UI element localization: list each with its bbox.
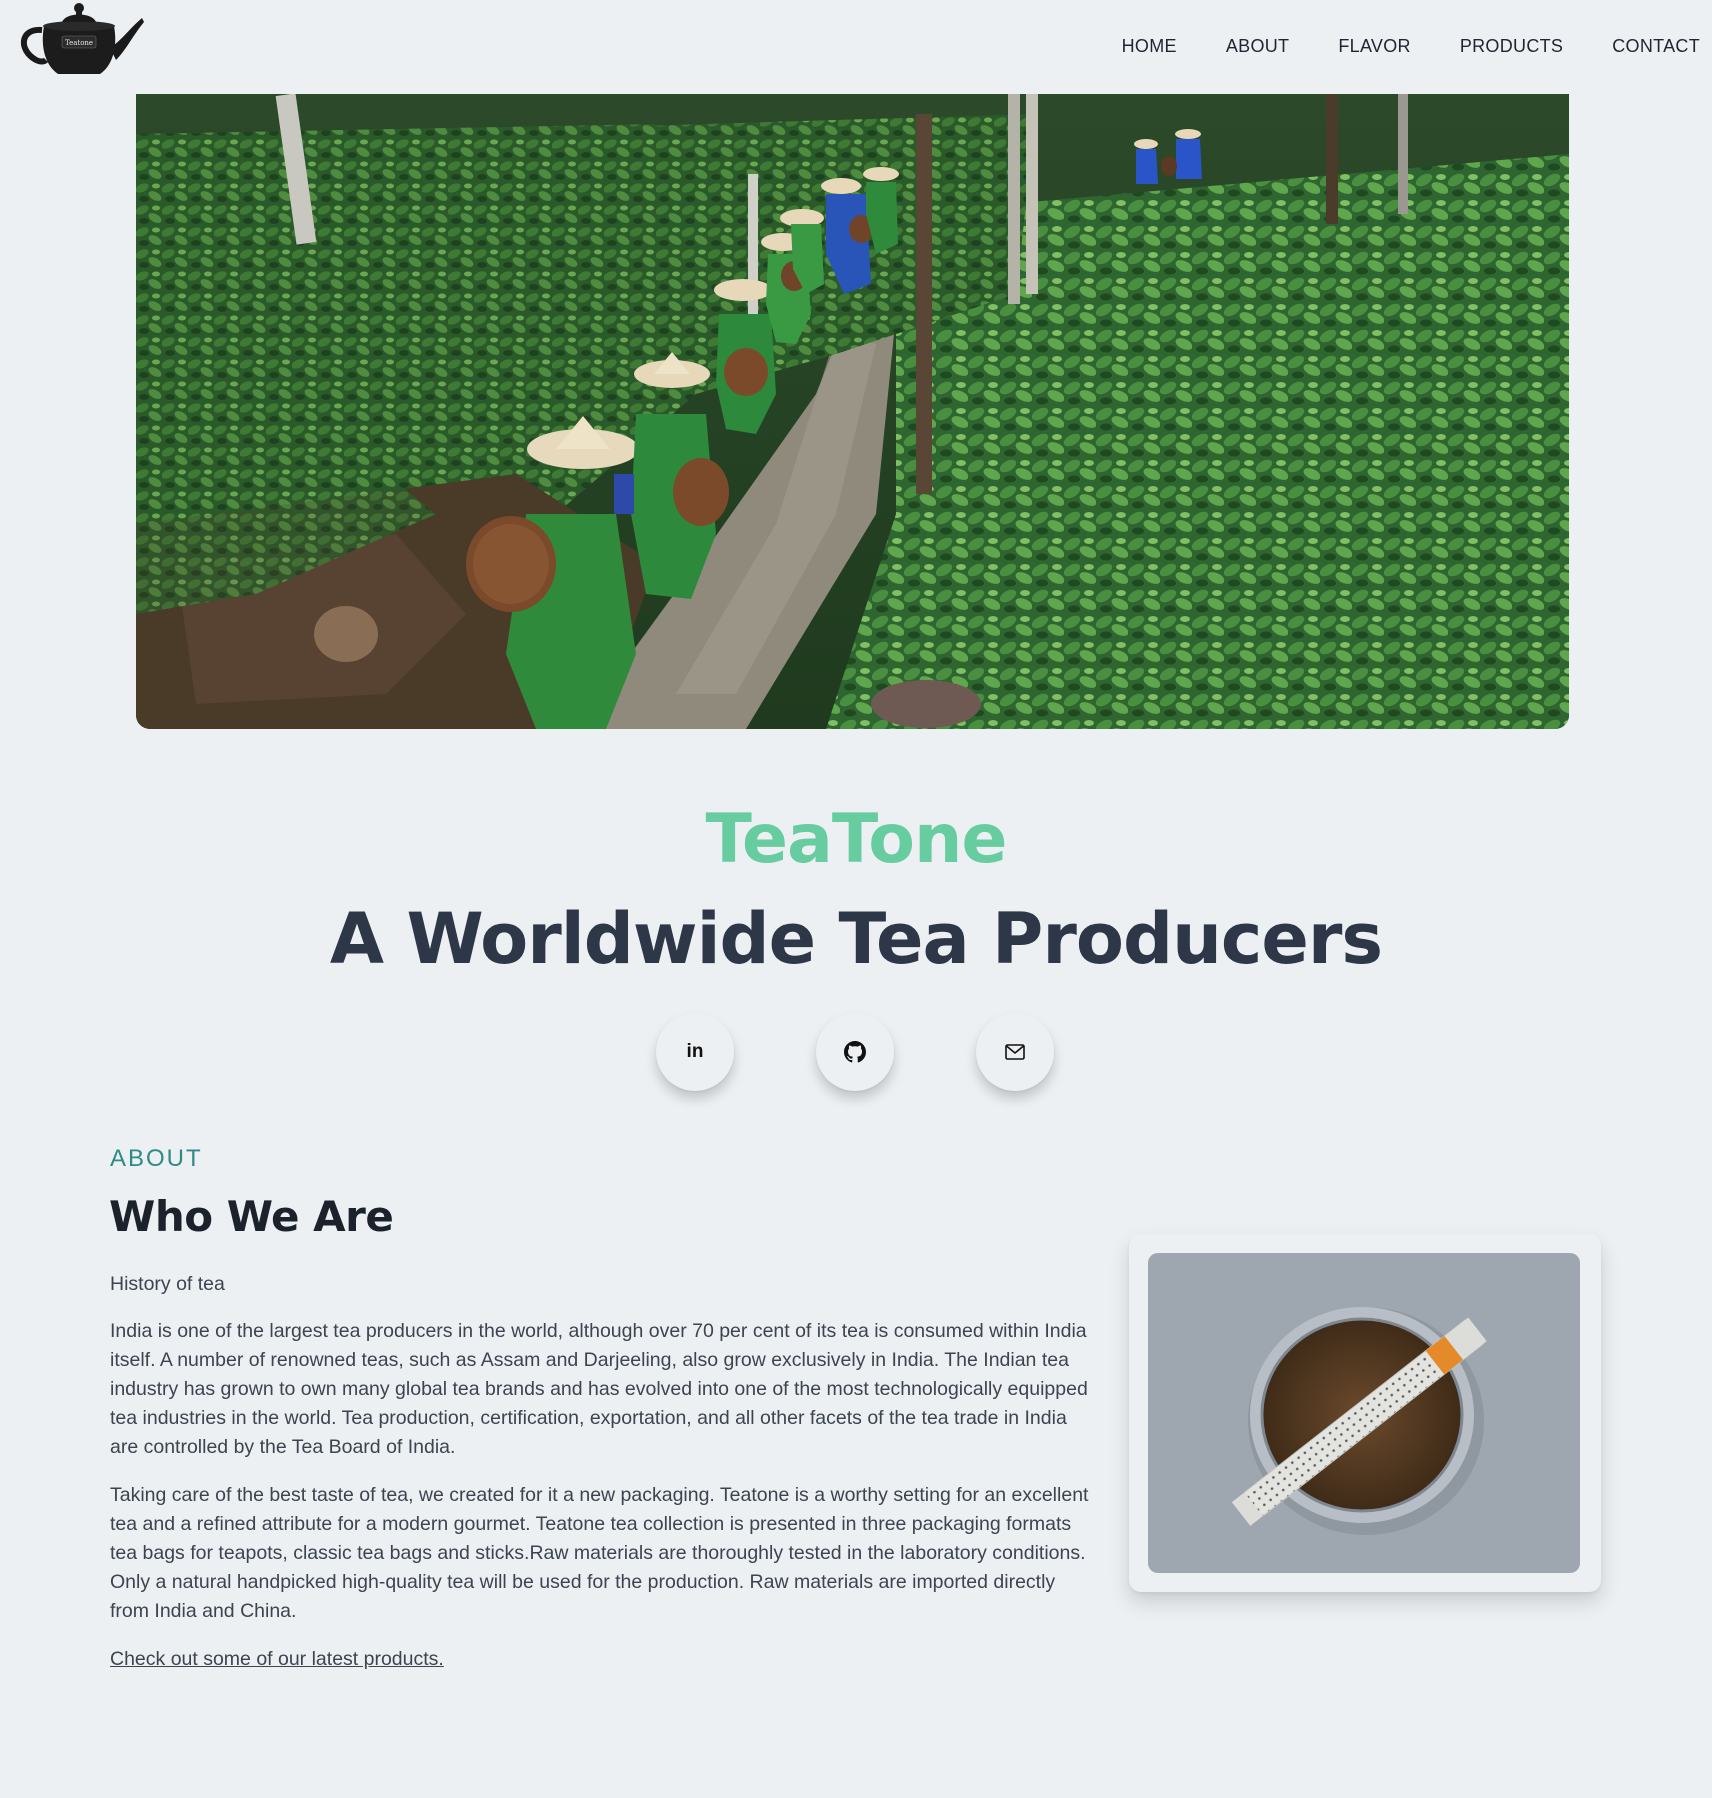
nav-about[interactable]: ABOUT (1226, 36, 1290, 57)
history-subtitle: History of tea (110, 1273, 225, 1295)
header: Teatone HOME ABOUT FLAVOR PRODUCTS CONTA… (0, 0, 1712, 94)
page-tagline: A Worldwide Tea Producers (329, 898, 1383, 980)
product-card (1129, 1234, 1601, 1592)
social-links: in (656, 1013, 1054, 1091)
mail-icon (1005, 1044, 1025, 1060)
page: Teatone HOME ABOUT FLAVOR PRODUCTS CONTA… (0, 0, 1712, 1798)
github-icon (844, 1041, 866, 1063)
about-paragraph-1: India is one of the largest tea producer… (110, 1320, 1088, 1458)
latest-products-link[interactable]: Check out some of our latest products. (110, 1648, 444, 1670)
section-title: Who We Are (109, 1192, 394, 1241)
nav-flavor[interactable]: FLAVOR (1338, 36, 1410, 57)
brand-name: TeaTone (705, 800, 1008, 879)
nav-contact[interactable]: CONTACT (1612, 36, 1700, 57)
mail-button[interactable] (976, 1013, 1054, 1091)
main-nav: HOME ABOUT FLAVOR PRODUCTS CONTACT (1073, 36, 1700, 57)
about-text: History of tea India is one of the large… (110, 1270, 1090, 1693)
github-button[interactable] (816, 1013, 894, 1091)
logo-label: Teatone (65, 39, 93, 47)
nav-home[interactable]: HOME (1122, 36, 1177, 57)
section-label-about: ABOUT (110, 1145, 203, 1172)
teapot-logo[interactable]: Teatone (12, 0, 148, 80)
nav-products[interactable]: PRODUCTS (1460, 36, 1563, 57)
linkedin-icon: in (686, 1041, 704, 1062)
about-paragraph-2: Taking care of the best taste of tea, we… (110, 1484, 1089, 1622)
hero-image (136, 94, 1569, 729)
product-image (1148, 1253, 1580, 1573)
linkedin-button[interactable]: in (656, 1013, 734, 1091)
